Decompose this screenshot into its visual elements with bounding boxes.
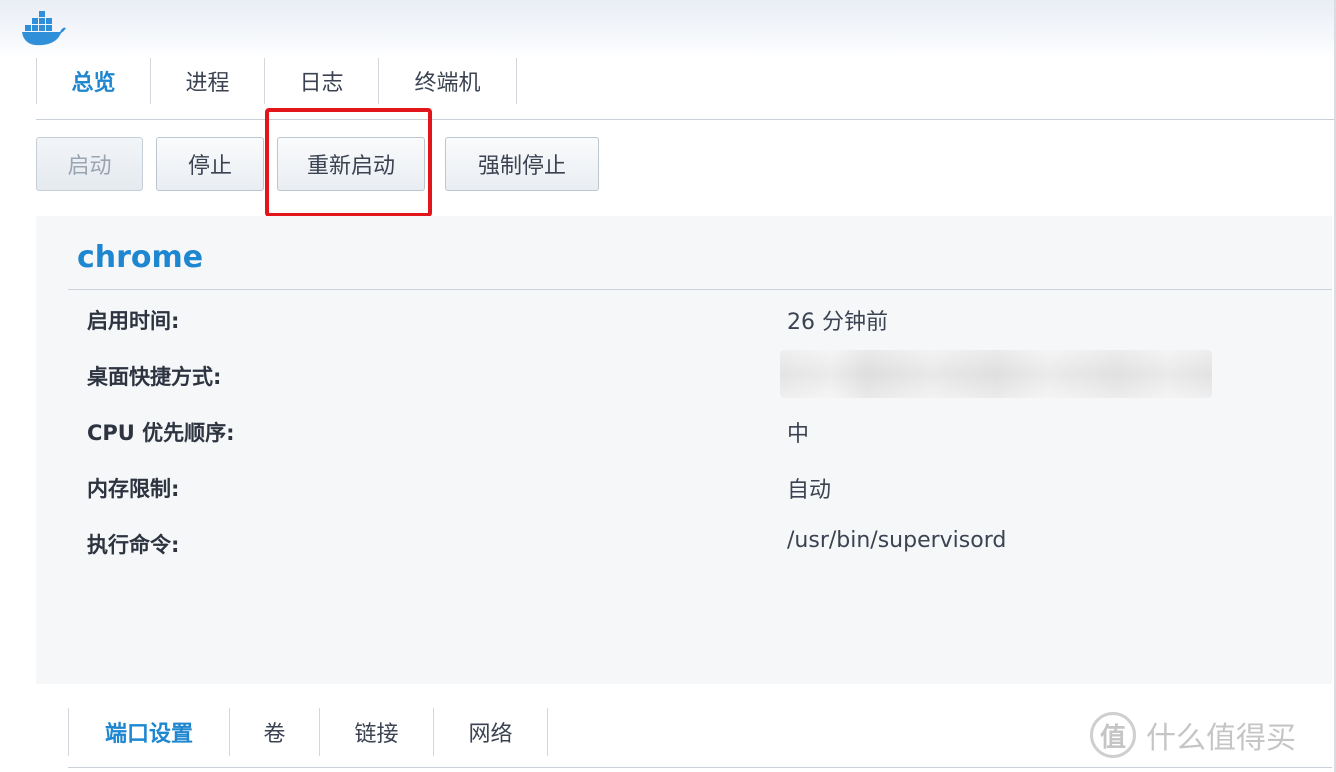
tab-terminal[interactable]: 终端机: [379, 58, 517, 104]
desktop-shortcut-value-blurred: [780, 350, 1212, 398]
execute-command-value: /usr/bin/supervisord: [787, 528, 1007, 553]
tab-volumes[interactable]: 卷: [230, 708, 320, 756]
tab-port-settings[interactable]: 端口设置: [68, 708, 230, 756]
tab-overview[interactable]: 总览: [36, 58, 151, 104]
execute-command-label: 执行命令:: [87, 533, 180, 557]
docker-window: 总览 进程 日志 终端机 启动 停止 重新启动 强制停止 chrome 启用时间…: [0, 0, 1336, 772]
cpu-priority-label: CPU 优先顺序:: [87, 421, 235, 445]
force-stop-button[interactable]: 强制停止: [445, 137, 599, 191]
container-name: chrome: [77, 240, 204, 275]
desktop-shortcut-label: 桌面快捷方式:: [87, 365, 222, 389]
title-divider: [68, 289, 1332, 290]
tab-logs[interactable]: 日志: [265, 58, 379, 104]
stop-button[interactable]: 停止: [156, 137, 264, 191]
uptime-label: 启用时间:: [87, 309, 180, 333]
tab-links[interactable]: 链接: [320, 708, 434, 756]
docker-whale-icon: [22, 11, 66, 46]
restart-highlight-box: [265, 108, 432, 217]
top-tab-bar: 总览 进程 日志 终端机: [36, 58, 1334, 120]
watermark-badge: 值: [1090, 712, 1136, 758]
watermark-text: 什么值得买: [1146, 721, 1296, 756]
uptime-value: 26 分钟前: [787, 310, 888, 335]
tab-processes[interactable]: 进程: [151, 58, 265, 104]
memory-limit-value: 自动: [787, 478, 832, 503]
container-info-panel: [36, 216, 1332, 684]
start-button[interactable]: 启动: [36, 137, 143, 191]
watermark: 值 什么值得买: [1090, 712, 1296, 758]
tab-network[interactable]: 网络: [434, 708, 548, 756]
memory-limit-label: 内存限制:: [87, 477, 180, 501]
cpu-priority-value: 中: [787, 422, 810, 447]
